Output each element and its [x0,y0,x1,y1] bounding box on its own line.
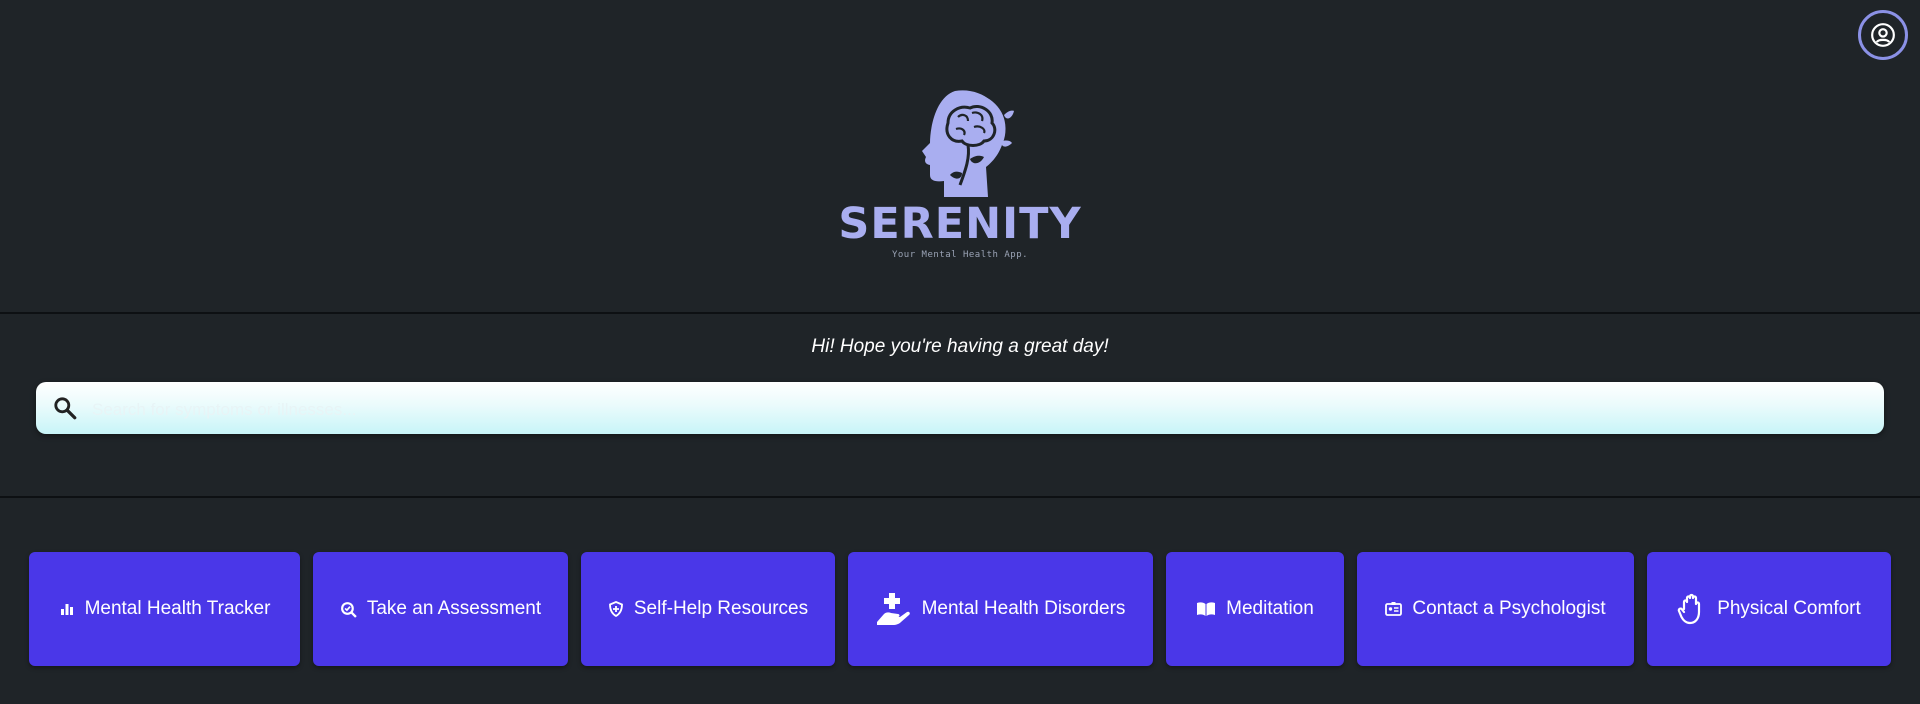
feature-label: Mental Health Disorders [921,598,1126,619]
header: SERENITY Your Mental Health App. [0,0,1920,314]
bar-chart-icon [59,601,75,617]
self-help-resources-button[interactable]: Self-Help Resources [581,552,835,666]
book-open-icon [1196,601,1216,617]
feature-label: Mental Health Tracker [84,598,271,619]
shield-icon [608,601,624,617]
feature-buttons: Mental Health Tracker Take an Assessment… [0,498,1920,666]
user-circle-icon [1871,23,1895,47]
feature-label: Physical Comfort [1717,598,1861,619]
hand-medical-icon [876,592,912,626]
mental-health-disorders-button[interactable]: Mental Health Disorders [848,552,1153,666]
physical-comfort-button[interactable]: Physical Comfort [1647,552,1891,666]
hand-icon [1677,593,1707,625]
contact-psychologist-button[interactable]: Contact a Psychologist [1357,552,1634,666]
greeting-text: Hi! Hope you're having a great day! [811,336,1109,357]
search-input[interactable] [90,382,1884,434]
search-section: Hi! Hope you're having a great day! [0,314,1920,498]
app-root: SERENITY Your Mental Health App. Hi! Hop… [0,0,1920,704]
feature-label: Self-Help Resources [633,598,809,619]
mental-health-tracker-button[interactable]: Mental Health Tracker [29,552,300,666]
profile-button[interactable] [1858,10,1908,60]
brain-head-icon [922,90,1014,197]
search-bar[interactable] [36,382,1884,434]
feature-label: Meditation [1226,598,1314,619]
feature-label: Contact a Psychologist [1412,598,1606,619]
search-icon [54,397,77,420]
brand-tagline: Your Mental Health App. [891,250,1029,260]
take-assessment-button[interactable]: Take an Assessment [313,552,568,666]
id-card-icon [1385,601,1403,617]
meditation-button[interactable]: Meditation [1166,552,1344,666]
brand-title: SERENITY [838,199,1082,249]
magnify-check-icon [340,601,357,618]
feature-label: Take an Assessment [366,598,542,619]
